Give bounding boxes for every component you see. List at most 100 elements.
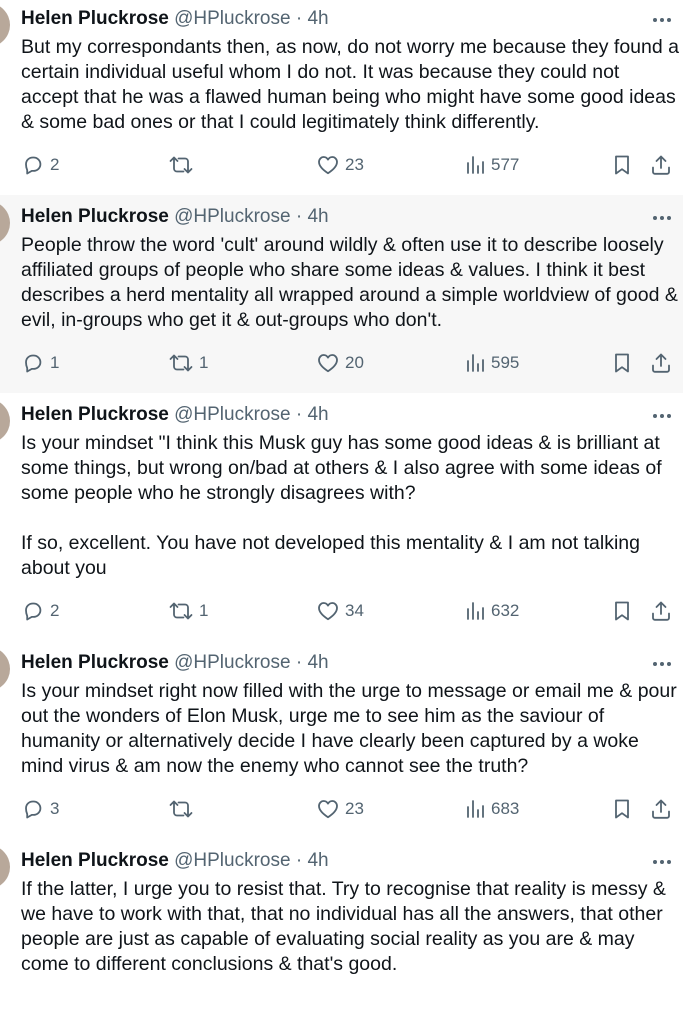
share-icon (652, 155, 670, 175)
author-name[interactable]: Helen Pluckrose (21, 8, 169, 29)
more-options-button[interactable] (651, 406, 673, 426)
analytics-icon (467, 602, 484, 620)
tweet-text: If the latter, I urge you to resist that… (21, 878, 666, 975)
bookmark-icon (615, 353, 629, 373)
tweet-actions: 2 1 34 632 (0, 598, 683, 624)
tweet[interactable]: Helen Pluckrose @HPluckrose · 4h If the … (0, 839, 683, 1009)
reply-count: 1 (50, 353, 60, 372)
view-count: 632 (491, 601, 520, 620)
author-handle[interactable]: @HPluckrose (174, 850, 290, 871)
repost-button[interactable]: 1 (168, 598, 208, 624)
bookmark-icon (615, 601, 629, 621)
repost-icon (169, 354, 193, 372)
bookmark-button[interactable] (611, 598, 633, 624)
view-count: 683 (491, 799, 520, 818)
like-button[interactable]: 23 (316, 152, 364, 178)
tweet-header: Helen Pluckrose @HPluckrose · 4h (21, 205, 683, 229)
author-handle[interactable]: @HPluckrose (174, 652, 290, 673)
tweet[interactable]: Helen Pluckrose @HPluckrose · 4h People … (0, 195, 683, 393)
reply-button[interactable]: 2 (21, 152, 59, 178)
avatar[interactable] (0, 845, 10, 889)
timestamp[interactable]: 4h (307, 8, 328, 29)
timestamp[interactable]: 4h (307, 404, 328, 425)
reply-count: 2 (50, 155, 60, 174)
like-button[interactable]: 34 (316, 598, 364, 624)
author-name[interactable]: Helen Pluckrose (21, 652, 169, 673)
heart-icon (318, 602, 338, 621)
share-button[interactable] (649, 598, 673, 624)
share-icon (652, 353, 670, 373)
repost-icon (169, 602, 193, 620)
tweet-header: Helen Pluckrose @HPluckrose · 4h (21, 403, 683, 427)
tweet-header: Helen Pluckrose @HPluckrose · 4h (21, 849, 683, 873)
separator-dot: · (295, 850, 303, 871)
reply-button[interactable]: 2 (21, 598, 59, 624)
reply-icon (25, 602, 42, 621)
heart-icon (318, 800, 338, 819)
separator-dot: · (295, 652, 303, 673)
author-name[interactable]: Helen Pluckrose (21, 206, 169, 227)
bookmark-button[interactable] (611, 350, 633, 376)
separator-dot: · (295, 8, 303, 29)
timestamp[interactable]: 4h (307, 206, 328, 227)
views-button[interactable]: 683 (464, 796, 519, 822)
avatar[interactable] (0, 399, 10, 443)
share-button[interactable] (649, 152, 673, 178)
more-options-button[interactable] (651, 10, 673, 30)
timestamp[interactable]: 4h (307, 652, 328, 673)
more-icon (653, 860, 671, 864)
repost-icon (169, 800, 193, 818)
like-button[interactable]: 20 (316, 350, 364, 376)
more-options-button[interactable] (651, 654, 673, 674)
like-count: 20 (345, 353, 364, 372)
repost-icon (169, 156, 193, 174)
more-options-button[interactable] (651, 208, 673, 228)
share-button[interactable] (649, 350, 673, 376)
more-icon (653, 18, 671, 22)
tweet[interactable]: Helen Pluckrose @HPluckrose · 4h Is your… (0, 393, 683, 641)
more-icon (653, 662, 671, 666)
author-name[interactable]: Helen Pluckrose (21, 404, 169, 425)
more-options-button[interactable] (651, 852, 673, 872)
heart-icon (318, 156, 338, 175)
repost-count: 1 (199, 353, 209, 372)
share-button[interactable] (649, 796, 673, 822)
tweet-text: Is your mindset right now filled with th… (21, 680, 677, 777)
views-button[interactable]: 595 (464, 350, 519, 376)
separator-dot: · (295, 404, 303, 425)
views-button[interactable]: 577 (464, 152, 519, 178)
reply-button[interactable]: 1 (21, 350, 59, 376)
author-name[interactable]: Helen Pluckrose (21, 850, 169, 871)
views-button[interactable]: 632 (464, 598, 519, 624)
reply-icon (25, 354, 42, 373)
repost-button[interactable] (168, 152, 199, 178)
author-handle[interactable]: @HPluckrose (174, 404, 290, 425)
tweet[interactable]: Helen Pluckrose @HPluckrose · 4h But my … (0, 0, 683, 195)
bookmark-icon (615, 155, 629, 175)
view-count: 595 (491, 353, 520, 372)
analytics-icon (467, 354, 484, 372)
avatar[interactable] (0, 3, 10, 47)
more-icon (653, 414, 671, 418)
tweet-text: Is your mindset "I think this Musk guy h… (21, 432, 662, 579)
tweet-actions: 1 1 20 595 (0, 350, 683, 376)
timestamp[interactable]: 4h (307, 850, 328, 871)
tweet[interactable]: Helen Pluckrose @HPluckrose · 4h Is your… (0, 641, 683, 839)
bookmark-button[interactable] (611, 796, 633, 822)
reply-icon (25, 800, 42, 819)
repost-button[interactable]: 1 (168, 350, 208, 376)
tweet-header: Helen Pluckrose @HPluckrose · 4h (21, 651, 683, 675)
avatar[interactable] (0, 647, 10, 691)
author-handle[interactable]: @HPluckrose (174, 8, 290, 29)
reply-button[interactable]: 3 (21, 796, 59, 822)
avatar[interactable] (0, 201, 10, 245)
author-handle[interactable]: @HPluckrose (174, 206, 290, 227)
tweet-header: Helen Pluckrose @HPluckrose · 4h (21, 7, 683, 31)
reply-count: 3 (50, 799, 60, 818)
bookmark-button[interactable] (611, 152, 633, 178)
tweet-actions: 3 23 683 (0, 796, 683, 822)
repost-button[interactable] (168, 796, 199, 822)
like-button[interactable]: 23 (316, 796, 364, 822)
share-icon (652, 799, 670, 819)
tweet-text: But my correspondants then, as now, do n… (21, 36, 679, 133)
